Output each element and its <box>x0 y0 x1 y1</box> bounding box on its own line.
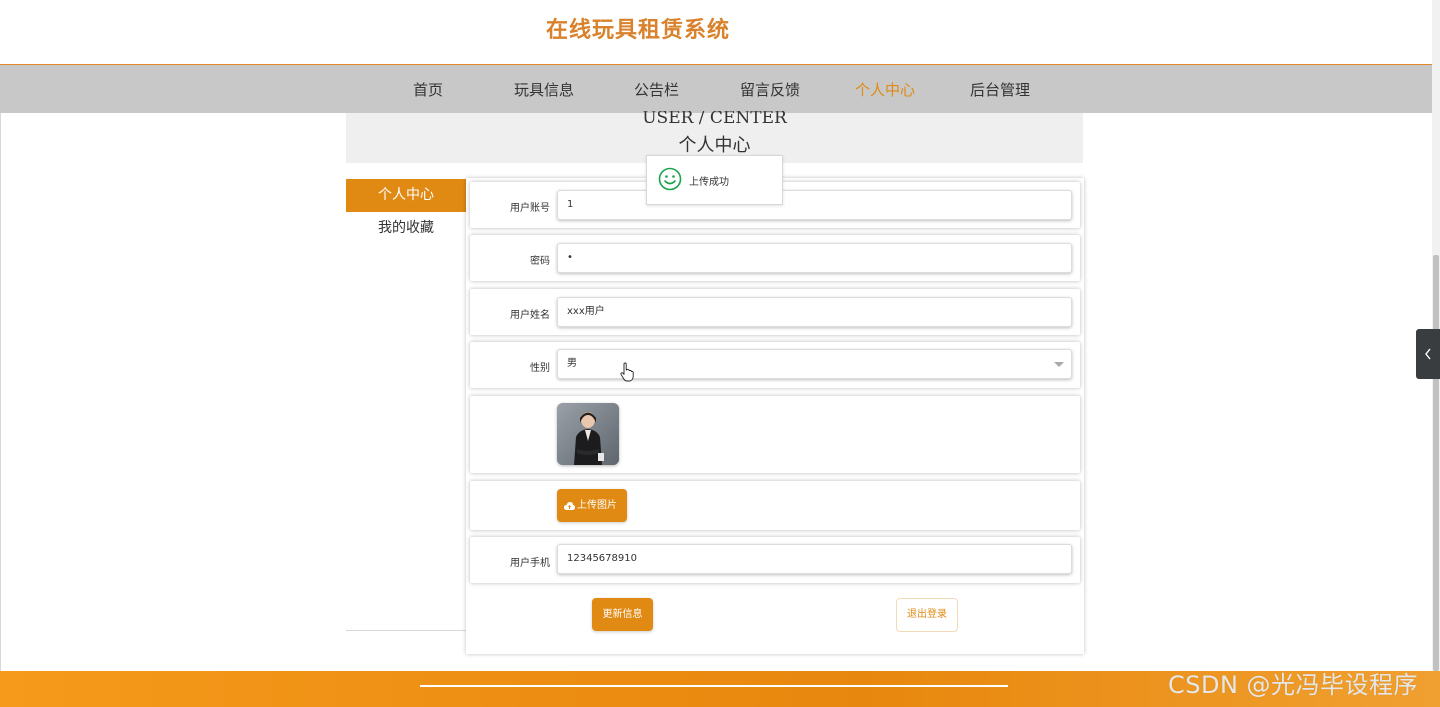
gender-select[interactable]: 男 <box>557 349 1072 379</box>
upload-image-button[interactable]: 上传图片 <box>557 489 627 522</box>
side-item-user-center[interactable]: 个人中心 <box>346 179 466 212</box>
main-nav: 首页 玩具信息 公告栏 留言反馈 个人中心 后台管理 <box>0 65 1432 113</box>
banner-title-cn: 个人中心 <box>678 135 751 156</box>
phone-label: 用户手机 <box>510 558 550 569</box>
side-item-favorites[interactable]: 我的收藏 <box>346 212 466 245</box>
account-input[interactable]: 1 <box>557 190 1072 220</box>
avatar <box>557 403 619 465</box>
nav-item-toy-info[interactable]: 玩具信息 <box>514 79 574 100</box>
chevron-down-icon <box>1054 362 1064 367</box>
logout-button[interactable]: 退出登录 <box>896 598 958 632</box>
nav-item-feedback[interactable]: 留言反馈 <box>740 79 800 100</box>
gender-label: 性别 <box>530 363 550 374</box>
form-row-upload: 上传图片 <box>470 481 1080 530</box>
form-row-gender: 性别 男 <box>470 342 1080 388</box>
cloud-upload-icon <box>564 502 575 510</box>
form-row-name: 用户姓名 xxx用户 <box>470 289 1080 335</box>
watermark: CSDN @光冯毕设程序 <box>1168 671 1419 699</box>
smile-icon <box>658 167 682 191</box>
side-menu: 个人中心 我的收藏 <box>346 179 466 631</box>
password-input[interactable]: • <box>557 243 1072 273</box>
toast-notification: 上传成功 <box>646 155 783 205</box>
scrollbar-thumb[interactable] <box>1433 255 1439 671</box>
site-header: 在线玩具租赁系统 <box>0 0 1432 65</box>
form-row-phone: 用户手机 12345678910 <box>470 537 1080 583</box>
form-row-password: 密码 • <box>470 235 1080 281</box>
gender-select-value: 男 <box>567 358 577 369</box>
phone-input[interactable]: 12345678910 <box>557 544 1072 574</box>
hand-cursor-icon <box>620 362 634 382</box>
name-label: 用户姓名 <box>510 310 550 321</box>
toast-message: 上传成功 <box>689 177 729 188</box>
nav-item-home[interactable]: 首页 <box>413 79 443 100</box>
nav-item-user-center[interactable]: 个人中心 <box>855 79 915 100</box>
upload-image-label: 上传图片 <box>577 500 617 511</box>
update-info-button[interactable]: 更新信息 <box>592 598 653 631</box>
side-panel-toggle[interactable] <box>1416 329 1440 379</box>
name-input[interactable]: xxx用户 <box>557 297 1072 327</box>
site-title: 在线玩具租赁系统 <box>546 18 731 43</box>
chevron-left-icon <box>1425 348 1431 360</box>
account-label: 用户账号 <box>510 203 550 214</box>
password-label: 密码 <box>530 256 550 267</box>
profile-form: 用户账号 1 密码 • 用户姓名 xxx用户 性别 男 上传图片 用户手机 12… <box>466 178 1084 654</box>
nav-item-admin[interactable]: 后台管理 <box>970 79 1030 100</box>
avatar-image <box>557 403 619 465</box>
footer-divider <box>420 685 1008 687</box>
nav-item-notice-board[interactable]: 公告栏 <box>634 79 679 100</box>
form-row-avatar <box>470 396 1080 473</box>
banner-title-en: USER / CENTER <box>642 111 787 125</box>
